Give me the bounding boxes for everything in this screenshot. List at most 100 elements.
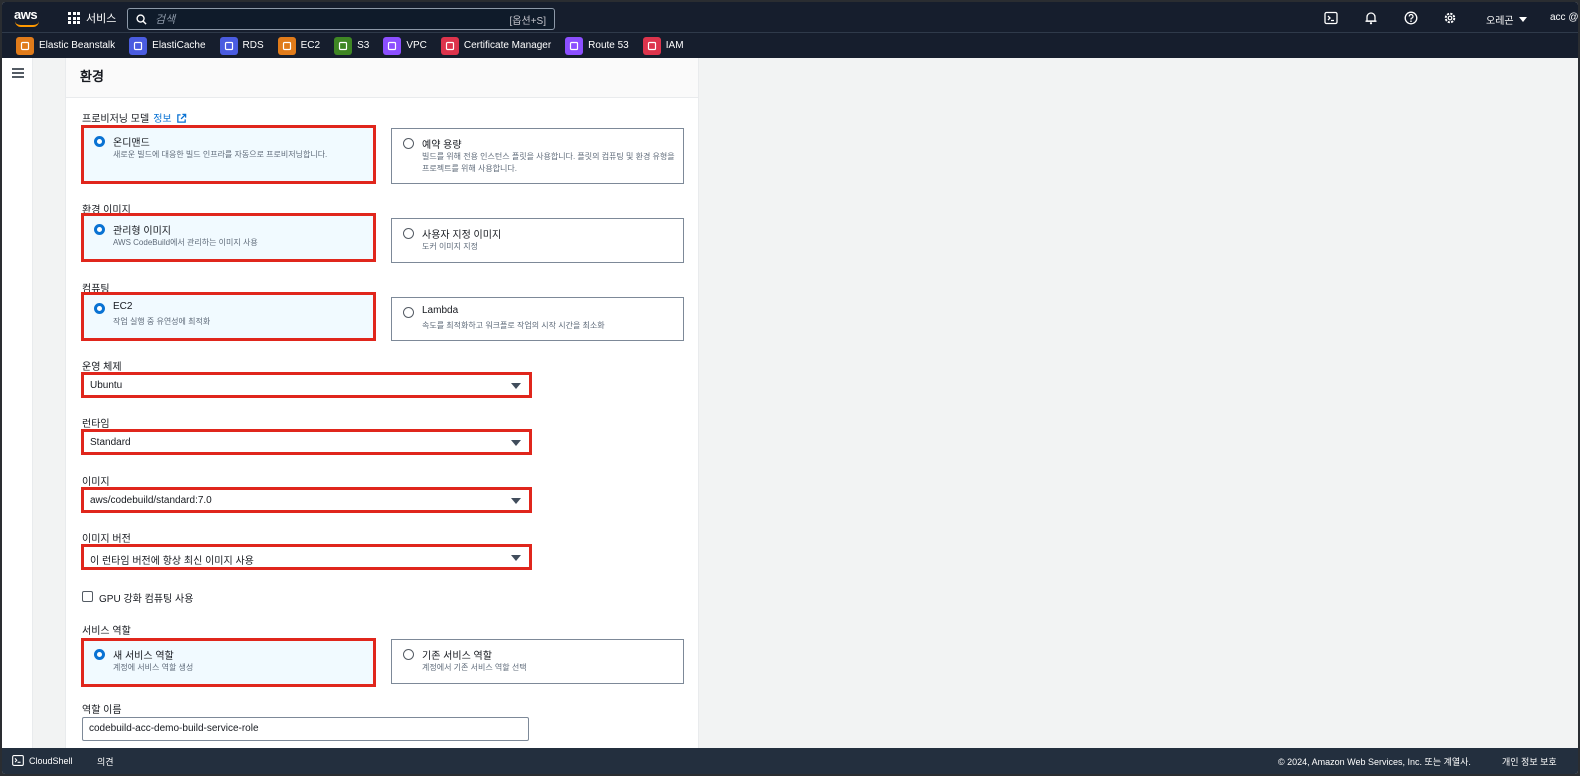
radio-selected[interactable] bbox=[94, 303, 105, 314]
environment-panel: 환경 프로비저닝 모델 정보 온디맨드 새로운 빌드에 대응한 빌드 인프라를 자… bbox=[65, 58, 699, 748]
favorite-label: S3 bbox=[357, 40, 370, 51]
favorite-label: VPC bbox=[406, 40, 427, 51]
favorite-elastic-beanstalk[interactable]: Elastic Beanstalk bbox=[16, 36, 116, 55]
services-menu-button[interactable]: 서비스 bbox=[68, 10, 116, 26]
cloudshell-icon bbox=[12, 755, 24, 766]
account-menu[interactable]: acc @ bbox=[1550, 12, 1578, 23]
option-title: 새 서비스 역할 bbox=[113, 651, 174, 662]
image-select[interactable]: aws/codebuild/standard:7.0 bbox=[81, 487, 532, 513]
image-version-select[interactable]: 이 런타임 버전에 항상 최신 이미지 사용 bbox=[81, 544, 532, 570]
favorite-label: Route 53 bbox=[588, 40, 629, 51]
option-description: 새로운 빌드에 대응한 빌드 인프라를 자동으로 프로비저닝합니다. bbox=[113, 150, 328, 159]
option-description: 도커 이미지 지정 bbox=[422, 242, 478, 251]
provisioning-option-on-demand[interactable]: 온디맨드 새로운 빌드에 대응한 빌드 인프라를 자동으로 프로비저닝합니다. bbox=[81, 125, 376, 184]
compute-option-ec2[interactable]: EC2 작업 실행 중 유연성에 최적화 bbox=[81, 292, 376, 341]
service-icon bbox=[219, 36, 238, 55]
chevron-down-icon bbox=[1518, 17, 1527, 22]
option-title: 관리형 이미지 bbox=[113, 226, 171, 237]
menu-hamburger-icon[interactable] bbox=[12, 68, 24, 78]
search-shortcut: [옵션+S] bbox=[509, 15, 546, 27]
cloudshell-button[interactable]: CloudShell bbox=[12, 755, 73, 766]
favorite-label: IAM bbox=[665, 40, 684, 51]
favorite-iam[interactable]: IAM bbox=[642, 36, 684, 55]
operating-system-label: 운영 체제 bbox=[82, 362, 122, 373]
search-input[interactable]: 검색 [옵션+S] bbox=[127, 8, 555, 30]
image-version-label: 이미지 버전 bbox=[82, 534, 131, 545]
radio-unselected[interactable] bbox=[403, 228, 414, 239]
favorite-elasticache[interactable]: ElastiCache bbox=[129, 36, 206, 55]
radio-unselected[interactable] bbox=[403, 138, 414, 149]
service-icon bbox=[565, 36, 584, 55]
favorite-label: ElastiCache bbox=[152, 40, 206, 51]
option-title: 사용자 지정 이미지 bbox=[422, 230, 502, 241]
external-link-icon[interactable] bbox=[176, 113, 187, 124]
browser-frame: aws 서비스 검색 [옵션+S] 오레곤 acc @ Elastic Bean… bbox=[2, 2, 1578, 774]
search-placeholder: 검색 bbox=[155, 14, 176, 26]
notifications-bell-icon[interactable] bbox=[1364, 11, 1378, 25]
panel-header: 환경 bbox=[66, 58, 698, 98]
info-link[interactable]: 정보 bbox=[153, 114, 171, 125]
side-navigation-rail bbox=[2, 58, 33, 748]
favorite-label: Certificate Manager bbox=[463, 40, 552, 51]
select-value: aws/codebuild/standard:7.0 bbox=[90, 495, 212, 506]
service-icon bbox=[642, 36, 661, 55]
search-icon bbox=[136, 13, 147, 25]
favorite-label: Elastic Beanstalk bbox=[39, 40, 116, 51]
top-navigation: aws 서비스 검색 [옵션+S] 오레곤 acc @ bbox=[2, 2, 1578, 32]
compute-option-lambda[interactable]: Lambda 속도를 최적화하고 워크플로 작업의 시작 시간을 최소화 bbox=[391, 297, 684, 341]
option-description: 계정에 서비스 역할 생성 bbox=[113, 663, 194, 672]
privacy-link[interactable]: 개인 정보 보호 bbox=[1502, 755, 1557, 768]
radio-unselected[interactable] bbox=[403, 307, 414, 318]
favorite-route-53[interactable]: Route 53 bbox=[565, 36, 629, 55]
region-selector[interactable]: 오레곤 bbox=[1486, 12, 1527, 27]
service-role-label: 서비스 역할 bbox=[82, 626, 131, 637]
runtime-select[interactable]: Standard bbox=[81, 429, 532, 455]
radio-selected[interactable] bbox=[94, 649, 105, 660]
option-title: EC2 bbox=[113, 301, 133, 312]
radio-selected[interactable] bbox=[94, 136, 105, 147]
caret-down-icon bbox=[511, 555, 521, 561]
favorite-rds[interactable]: RDS bbox=[219, 36, 264, 55]
gpu-checkbox[interactable] bbox=[82, 591, 93, 602]
favorite-s3[interactable]: S3 bbox=[334, 36, 370, 55]
select-value: Ubuntu bbox=[90, 380, 123, 391]
select-value: 이 런타임 버전에 항상 최신 이미지 사용 bbox=[90, 556, 254, 567]
option-description: 작업 실행 중 유연성에 최적화 bbox=[113, 317, 211, 326]
radio-selected[interactable] bbox=[94, 224, 105, 235]
cloudshell-icon[interactable] bbox=[1324, 11, 1338, 25]
provisioning-option-reserved-capacity[interactable]: 예약 용량 빌드를 위해 전용 인스턴스 플릿을 사용합니다. 플릿의 컴퓨팅 … bbox=[391, 128, 684, 184]
copyright-text: © 2024, Amazon Web Services, Inc. 또는 계열사… bbox=[1278, 757, 1471, 767]
feedback-link[interactable]: 의견 bbox=[97, 755, 114, 768]
service-icon bbox=[129, 36, 148, 55]
service-icon bbox=[440, 36, 459, 55]
image-label: 이미지 bbox=[82, 477, 110, 488]
services-label: 서비스 bbox=[86, 13, 117, 25]
grid-menu-icon bbox=[68, 12, 80, 24]
service-role-option-existing[interactable]: 기존 서비스 역할 계정에서 기존 서비스 역할 선택 bbox=[391, 639, 684, 684]
region-label: 오레곤 bbox=[1486, 16, 1514, 27]
operating-system-select[interactable]: Ubuntu bbox=[81, 372, 532, 398]
service-icon bbox=[277, 36, 296, 55]
service-icon bbox=[16, 36, 34, 55]
favorite-ec2[interactable]: EC2 bbox=[277, 36, 320, 55]
option-title: 온디맨드 bbox=[113, 138, 150, 149]
option-description: AWS CodeBuild에서 관리하는 이미지 사용 bbox=[113, 238, 258, 247]
aws-logo[interactable]: aws bbox=[14, 7, 42, 27]
radio-unselected[interactable] bbox=[403, 649, 414, 660]
settings-gear-icon[interactable] bbox=[1443, 11, 1457, 25]
service-icon bbox=[334, 36, 353, 55]
role-name-input[interactable]: codebuild-acc-demo-build-service-role bbox=[82, 717, 529, 741]
option-description: 계정에서 기존 서비스 역할 선택 bbox=[422, 663, 527, 672]
favorite-vpc[interactable]: VPC bbox=[383, 36, 427, 55]
caret-down-icon bbox=[511, 498, 521, 504]
env-image-option-managed[interactable]: 관리형 이미지 AWS CodeBuild에서 관리하는 이미지 사용 bbox=[81, 213, 376, 262]
runtime-label: 런타임 bbox=[82, 419, 110, 430]
env-image-option-custom[interactable]: 사용자 지정 이미지 도커 이미지 지정 bbox=[391, 218, 684, 263]
option-description: 속도를 최적화하고 워크플로 작업의 시작 시간을 최소화 bbox=[422, 321, 605, 330]
favorite-certificate-manager[interactable]: Certificate Manager bbox=[440, 36, 552, 55]
provisioning-model-label: 프로비저닝 모델 정보 bbox=[82, 110, 187, 125]
service-role-option-new[interactable]: 새 서비스 역할 계정에 서비스 역할 생성 bbox=[81, 638, 376, 687]
help-icon[interactable] bbox=[1404, 11, 1418, 25]
panel-title: 환경 bbox=[80, 69, 104, 84]
option-description: 빌드를 위해 전용 인스턴스 플릿을 사용합니다. 플릿의 컴퓨팅 및 환경 유… bbox=[422, 152, 675, 173]
